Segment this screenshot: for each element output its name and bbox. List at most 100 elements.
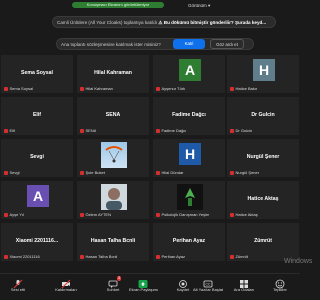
participant-name: SENA (105, 112, 121, 118)
svg-text:CC: CC (206, 283, 211, 287)
muted-mic-icon (80, 212, 84, 217)
toolbar-label: Kaldırmaları (55, 287, 77, 292)
chat-badge: 3 (117, 276, 121, 281)
participant-tile[interactable]: Perihan Ayaz Perihan Ayaz (152, 222, 226, 262)
participant-name: Zümrüt (254, 238, 272, 244)
toolbar-label: Sesi etti (10, 287, 26, 292)
participant-label: Sema Soysal (4, 86, 33, 91)
notification-bold: ⚠ Bu dökümü bitmiştir gönderilir? Şurada… (158, 20, 267, 25)
participant-name: Hasan Talha Bcnli (90, 238, 136, 244)
participant-tile[interactable]: Nurgül Şener Nurgül Şener (226, 138, 300, 178)
participant-tile[interactable]: Sevgi Sevgi (0, 138, 74, 178)
muted-mic-icon (156, 254, 160, 259)
toolbar-label: Sohbet (106, 287, 120, 292)
participant-tile[interactable]: Psikolojik Danışman Yeşim (152, 180, 226, 220)
toolbar-label: Tepkiler (273, 287, 287, 292)
dismiss-button[interactable]: Göz ardı et (210, 39, 244, 49)
participant-label: Sevgi (4, 170, 20, 175)
participant-tile[interactable]: Hasan Talha Bcnli Hasan Talha Bcnli (76, 222, 150, 262)
participant-tile[interactable]: Sema Soysal Sema Soysal (0, 54, 74, 94)
join-notification: Camli Ünlülere (All Your Cloaks) toplant… (52, 16, 276, 28)
chat-button[interactable]: Sohbet 3 (95, 276, 131, 292)
muted-mic-icon (230, 128, 234, 133)
toolbar-label: Ekran Paylaşımı (129, 287, 159, 292)
participant-label: Hasan Talha Bcnli (80, 254, 117, 259)
participant-label: Psikolojik Danışman Yeşim (156, 212, 209, 217)
participant-tile[interactable]: Hilal Kahraman Hilal Kahraman (76, 54, 150, 94)
participant-label: Ayşenur Türk (156, 86, 185, 91)
muted-mic-icon (230, 212, 234, 217)
video-button[interactable]: Kaldırmaları (48, 276, 84, 292)
participant-label: Hatice Bakır (230, 86, 257, 91)
muted-mic-icon (80, 254, 84, 259)
toolbar-label: Alt Yazılar Başlat (192, 287, 224, 292)
share-button[interactable]: Ekran Paylaşımı (129, 276, 159, 292)
toolbar-label: Ara Odaları (233, 287, 255, 292)
participant-name: Perihan Ayaz (172, 238, 206, 244)
cc-icon: CC (203, 276, 213, 288)
muted-mic-icon (4, 128, 8, 133)
participant-label: Perihan Ayaz (156, 254, 185, 259)
participant-name: Xiaomi 2201116... (15, 238, 59, 244)
record-icon (178, 276, 188, 288)
participant-label: Fadime Dağcı (156, 128, 186, 133)
participant-tile[interactable]: SENA SENA (76, 96, 150, 136)
react-icon (275, 276, 285, 289)
muted-mic-icon (80, 86, 84, 91)
participant-name: Nurgül Şener (246, 154, 280, 160)
windows-watermark: Windows (284, 258, 313, 265)
participant-label: Nurgül Şener (230, 170, 259, 175)
logo-image (177, 184, 203, 210)
participant-tile[interactable]: Xiaomi 2201116... Xiaomi 22011116 (0, 222, 74, 262)
participant-label: Özlem AYTEN (80, 212, 111, 217)
participant-name: Sema Soysal (20, 70, 53, 76)
muted-mic-icon (4, 170, 8, 175)
avatar: H (179, 143, 201, 165)
cc-button[interactable]: CC Alt Yazılar Başlat (190, 276, 226, 292)
participant-tile[interactable]: Fadime Dağcı Fadime Dağcı (152, 96, 226, 136)
share-icon (138, 276, 148, 288)
muted-mic-icon (4, 212, 8, 217)
participant-tile[interactable]: H Hilal Dündar (152, 138, 226, 178)
muted-mic-icon (156, 170, 160, 175)
participant-name: Hatice Aktaş (247, 196, 279, 202)
participant-label: Dr Gulcin (230, 128, 252, 133)
paraglider-photo (101, 142, 127, 168)
muted-mic-icon (230, 254, 234, 259)
react-button[interactable]: Tepkiler (262, 276, 298, 292)
participant-tile[interactable]: A Ayşe Yıl (0, 180, 74, 220)
participant-tile[interactable]: Şule Buket (76, 138, 150, 178)
participant-name: Elif (32, 112, 42, 118)
participant-label: Elif (4, 128, 15, 133)
screen-share-indicator[interactable]: Konuşmacı Ekranını görüntüleniyor (72, 2, 164, 8)
join-button[interactable]: Katıl (173, 39, 205, 49)
participant-label: Şule Buket (80, 170, 105, 175)
muted-mic-icon (156, 128, 160, 133)
participant-label: SENA (80, 128, 96, 133)
participant-name: Sevgi (30, 154, 44, 160)
muted-mic-icon (156, 86, 160, 91)
participant-tile[interactable]: A Ayşenur Türk (152, 54, 226, 94)
rooms-button[interactable]: Ara Odaları (226, 276, 262, 292)
participant-label: Zümrüt (230, 254, 248, 259)
participant-tile[interactable]: H Hatice Bakır (226, 54, 300, 94)
participant-name: Fadime Dağcı (172, 112, 206, 118)
rooms-icon (239, 276, 249, 288)
participant-tile[interactable]: Hatice Aktaş Hatice Aktaş (226, 180, 300, 220)
mic-button[interactable]: Sesi etti (0, 276, 36, 292)
participant-label: Xiaomi 22011116 (4, 254, 40, 259)
participant-tile[interactable]: Zümrüt Zümrüt (226, 222, 300, 262)
participant-label: Hilal Dündar (156, 170, 184, 175)
participant-tile[interactable]: Özlem AYTEN (76, 180, 150, 220)
participant-tile[interactable]: Dr Gulcin Dr Gulcin (226, 96, 300, 136)
profile-photo (101, 184, 127, 210)
participant-tile[interactable]: Elif Elif (0, 96, 74, 136)
participant-name: Dr Gulcin (251, 112, 275, 118)
muted-mic-icon (4, 254, 8, 259)
meeting-toolbar: Sesi etti Kaldırmaları Sohbet 3 Ekran Paylaş… (0, 273, 300, 300)
participant-label: Hilal Kahraman (80, 86, 113, 91)
avatar: A (179, 59, 201, 81)
avatar: H (253, 59, 275, 81)
muted-mic-icon (4, 86, 8, 91)
view-button[interactable]: Görünüm ▾ (188, 2, 240, 9)
